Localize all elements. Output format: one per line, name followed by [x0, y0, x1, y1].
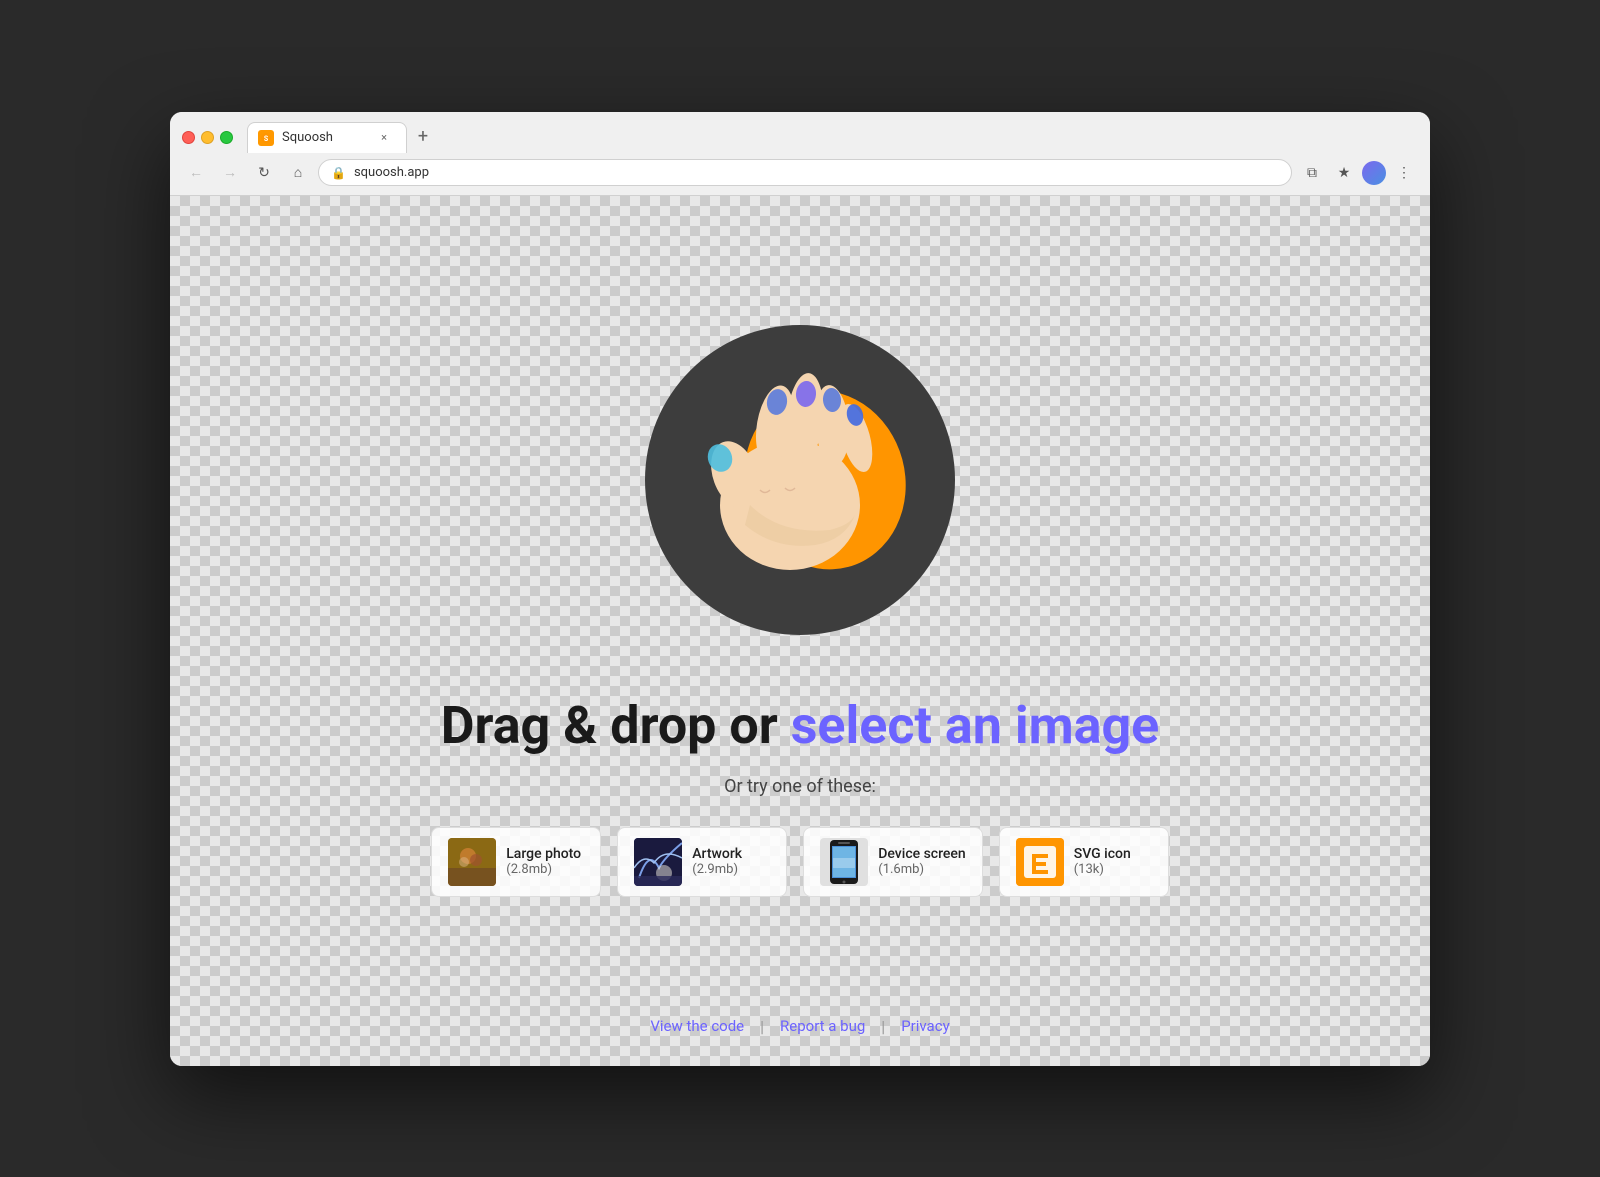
sample-large-photo[interactable]: Large photo (2.8mb) [431, 827, 601, 897]
tab-bar: S Squoosh × + [247, 122, 1418, 153]
footer-separator-1: | [760, 1017, 764, 1036]
bookmark-button[interactable]: ★ [1330, 159, 1358, 187]
footer-separator-2: | [881, 1017, 885, 1036]
headline-static: Drag & drop or [441, 695, 791, 756]
sample-images-row: Large photo (2.8mb) Artwork (2.9 [431, 827, 1168, 897]
sample-name-device: Device screen [878, 846, 965, 862]
tab-favicon: S [258, 130, 274, 146]
maximize-window-button[interactable] [220, 131, 233, 144]
sample-device-screen[interactable]: Device screen (1.6mb) [803, 827, 982, 897]
toolbar: ← → ↻ ⌂ 🔒 squoosh.app ⧉ ★ ⋮ [170, 153, 1430, 195]
forward-button[interactable]: → [216, 159, 244, 187]
sample-info-artwork: Artwork (2.9mb) [692, 846, 742, 877]
select-image-link[interactable]: select an image [791, 695, 1160, 756]
title-bar: S Squoosh × + [170, 112, 1430, 153]
privacy-link[interactable]: Privacy [901, 1017, 949, 1035]
sample-size-svg: (13k) [1074, 862, 1131, 877]
menu-button[interactable]: ⋮ [1390, 159, 1418, 187]
sample-thumb-large-photo [448, 838, 496, 886]
toolbar-right: ⧉ ★ ⋮ [1298, 159, 1418, 187]
user-avatar[interactable] [1362, 161, 1386, 185]
sample-size-artwork: (2.9mb) [692, 862, 742, 877]
sample-thumb-device [820, 838, 868, 886]
minimize-window-button[interactable] [201, 131, 214, 144]
tab-title: Squoosh [282, 130, 333, 145]
sample-name-large-photo: Large photo [506, 846, 581, 862]
sample-name-svg: SVG icon [1074, 846, 1131, 862]
traffic-lights [182, 131, 233, 144]
subtitle: Or try one of these: [724, 776, 876, 797]
close-window-button[interactable] [182, 131, 195, 144]
sample-name-artwork: Artwork [692, 846, 742, 862]
new-tab-button[interactable]: + [409, 123, 437, 151]
address-bar[interactable]: 🔒 squoosh.app [318, 159, 1292, 186]
tab-close-button[interactable]: × [376, 130, 392, 146]
sample-artwork[interactable]: Artwork (2.9mb) [617, 827, 787, 897]
sample-info-svg: SVG icon (13k) [1074, 846, 1131, 877]
sample-svg-icon[interactable]: SVG icon (13k) [999, 827, 1169, 897]
view-code-link[interactable]: View the code [650, 1017, 744, 1035]
browser-window: S Squoosh × + ← → ↻ ⌂ 🔒 squoosh.app ⧉ [170, 112, 1430, 1066]
external-link-button[interactable]: ⧉ [1298, 159, 1326, 187]
sample-info-large-photo: Large photo (2.8mb) [506, 846, 581, 877]
headline: Drag & drop or select an image [441, 695, 1160, 756]
sample-thumb-svg [1016, 838, 1064, 886]
active-tab[interactable]: S Squoosh × [247, 122, 407, 153]
refresh-button[interactable]: ↻ [250, 159, 278, 187]
url-text: squoosh.app [354, 165, 1279, 180]
lock-icon: 🔒 [331, 166, 346, 180]
main-content[interactable]: Drag & drop or select an image Or try on… [170, 196, 1430, 1066]
sample-size-large-photo: (2.8mb) [506, 862, 581, 877]
sample-thumb-artwork [634, 838, 682, 886]
back-button[interactable]: ← [182, 159, 210, 187]
home-button[interactable]: ⌂ [284, 159, 312, 187]
sample-info-device: Device screen (1.6mb) [878, 846, 965, 877]
footer-links: View the code | Report a bug | Privacy [650, 1017, 949, 1036]
sample-size-device: (1.6mb) [878, 862, 965, 877]
report-bug-link[interactable]: Report a bug [780, 1017, 865, 1035]
squoosh-logo [645, 325, 955, 635]
svg-text:S: S [264, 135, 269, 143]
browser-chrome: S Squoosh × + ← → ↻ ⌂ 🔒 squoosh.app ⧉ [170, 112, 1430, 196]
